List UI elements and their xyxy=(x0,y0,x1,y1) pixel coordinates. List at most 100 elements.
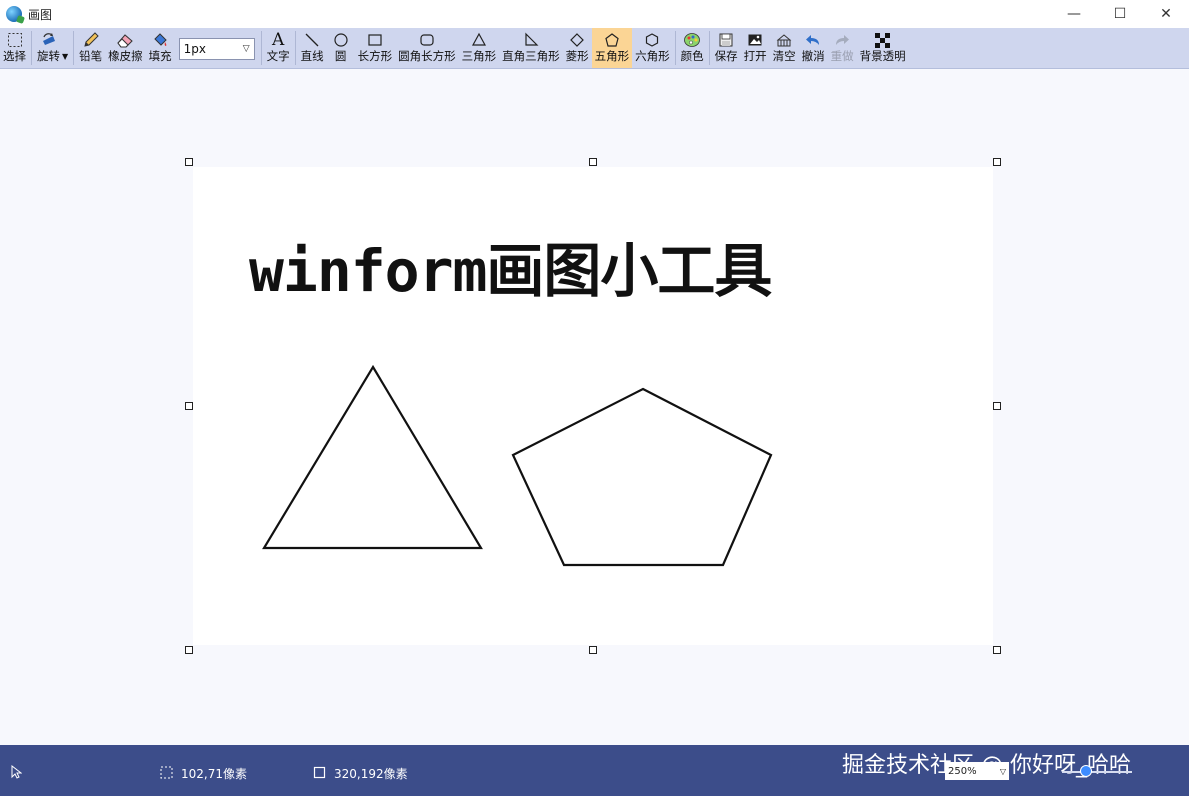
resize-handle-top-right[interactable] xyxy=(993,158,1001,166)
dashed-select-icon xyxy=(4,31,26,49)
diamond-tool[interactable]: 菱形 xyxy=(563,28,592,68)
chevron-down-icon: ▽ xyxy=(999,766,1006,776)
resize-handle-bottom-right[interactable] xyxy=(993,646,1001,654)
resize-handle-bottom-left[interactable] xyxy=(185,646,193,654)
rotate-tool[interactable]: 旋转 ▼ xyxy=(34,28,71,68)
pencil-icon xyxy=(80,31,102,49)
selection-dashed-icon xyxy=(160,766,173,782)
drawing-canvas[interactable]: winform画图小工具 xyxy=(193,167,993,645)
clear-broom-icon xyxy=(773,31,795,49)
text-label: 文字 xyxy=(266,49,290,63)
undo-label: 撤消 xyxy=(801,49,825,63)
pentagon-tool[interactable]: 五角形 xyxy=(591,28,633,68)
rectangle-label: 长方形 xyxy=(357,49,393,63)
select-label: 选择 xyxy=(3,49,26,63)
drawn-pentagon xyxy=(511,387,773,567)
cursor-position xyxy=(10,764,23,782)
color-tool[interactable]: 颜色 xyxy=(678,28,707,68)
rotate-label: 旋转 xyxy=(37,49,60,63)
hexagon-label: 六角形 xyxy=(635,49,670,63)
clear-label: 清空 xyxy=(772,49,796,63)
redo-button[interactable]: 重做 xyxy=(828,28,857,68)
diamond-label: 菱形 xyxy=(565,49,589,63)
line-tool[interactable]: 直线 xyxy=(298,28,327,68)
separator xyxy=(73,31,75,65)
resize-handle-bottom-center[interactable] xyxy=(589,646,597,654)
minimize-button[interactable]: — xyxy=(1051,0,1097,28)
triangle-icon xyxy=(468,31,490,49)
pentagon-label: 五角形 xyxy=(594,49,630,63)
canvas-size-icon xyxy=(313,766,326,782)
background-transparent-label: 背景透明 xyxy=(859,49,906,63)
zoom-value: 250% xyxy=(948,765,977,777)
text-tool[interactable]: A 文字 xyxy=(264,28,293,68)
rotate-dropdown-icon[interactable]: ▼ xyxy=(62,52,68,61)
clear-button[interactable]: 清空 xyxy=(770,28,799,68)
maximize-button[interactable]: ☐ xyxy=(1097,0,1143,28)
text-a-icon: A xyxy=(272,30,285,50)
resize-handle-top-center[interactable] xyxy=(589,158,597,166)
paint-app-icon xyxy=(6,6,22,22)
separator xyxy=(294,31,296,65)
chevron-down-icon: ▽ xyxy=(242,44,250,54)
title-bar: 画图 — ☐ ✕ xyxy=(0,0,1189,28)
status-bar: 102,71像素 320,192像素 掘金技术社区 @ 你好呀_哈哈 250% … xyxy=(0,745,1189,796)
pencil-tool[interactable]: 铅笔 xyxy=(76,28,105,68)
circle-icon xyxy=(330,31,352,49)
eraser-label: 橡皮擦 xyxy=(108,49,143,63)
zoom-slider-thumb[interactable] xyxy=(1080,765,1092,777)
resize-handle-middle-right[interactable] xyxy=(993,402,1001,410)
open-button[interactable]: 打开 xyxy=(741,28,770,68)
rectangle-icon xyxy=(364,31,386,49)
line-icon xyxy=(301,31,323,49)
hexagon-icon xyxy=(641,31,663,49)
paint-bucket-icon xyxy=(149,31,171,49)
canvas-shapes xyxy=(262,364,773,567)
toolbar: 选择 旋转 ▼ 铅笔 橡皮擦 填充 1px ▽ A 文字 直线 圆 长方形 圆角… xyxy=(0,28,1189,69)
rounded-rectangle-icon xyxy=(416,31,438,49)
canvas-area: winform画图小工具 xyxy=(0,69,1189,745)
line-label: 直线 xyxy=(300,49,324,63)
triangle-tool[interactable]: 三角形 xyxy=(459,28,500,68)
separator xyxy=(674,31,676,65)
circle-tool[interactable]: 圆 xyxy=(327,28,355,68)
resize-handle-middle-left[interactable] xyxy=(185,402,193,410)
save-disk-icon xyxy=(715,31,737,49)
right-triangle-tool[interactable]: 直角三角形 xyxy=(499,28,563,68)
eraser-tool[interactable]: 橡皮擦 xyxy=(105,28,146,68)
window-title: 画图 xyxy=(28,7,53,22)
checker-transparent-icon xyxy=(872,31,894,49)
rounded-rectangle-tool[interactable]: 圆角长方形 xyxy=(395,28,459,68)
diamond-icon xyxy=(566,31,588,49)
save-button[interactable]: 保存 xyxy=(712,28,741,68)
brush-size-select[interactable]: 1px ▽ xyxy=(178,38,255,60)
eraser-icon xyxy=(114,31,136,49)
separator xyxy=(31,31,32,65)
resize-handle-top-left[interactable] xyxy=(185,158,193,166)
select-tool[interactable]: 选择 xyxy=(0,28,29,68)
background-transparent-button[interactable]: 背景透明 xyxy=(857,28,909,68)
pencil-label: 铅笔 xyxy=(79,49,103,63)
open-label: 打开 xyxy=(743,49,767,63)
rotate-icon xyxy=(38,31,60,49)
hexagon-tool[interactable]: 六角形 xyxy=(632,28,673,68)
open-image-icon xyxy=(744,31,766,49)
zoom-select[interactable]: 250% ▽ xyxy=(945,762,1009,780)
rounded-rectangle-label: 圆角长方形 xyxy=(398,49,456,63)
fill-label: 填充 xyxy=(148,49,172,63)
rectangle-tool[interactable]: 长方形 xyxy=(355,28,396,68)
pentagon-icon xyxy=(601,31,623,49)
cursor-arrow-icon xyxy=(10,764,23,782)
right-triangle-icon xyxy=(520,31,542,49)
fill-tool[interactable]: 填充 xyxy=(146,28,175,68)
canvas-size: 320,192像素 xyxy=(313,765,408,782)
close-button[interactable]: ✕ xyxy=(1143,0,1189,28)
palette-icon xyxy=(681,31,703,49)
selection-size-text: 102,71像素 xyxy=(181,767,247,781)
undo-button[interactable]: 撤消 xyxy=(799,28,828,68)
selection-size: 102,71像素 xyxy=(160,765,247,782)
save-label: 保存 xyxy=(714,49,738,63)
window-controls: — ☐ ✕ xyxy=(1051,0,1189,28)
zoom-slider-track[interactable] xyxy=(1062,771,1132,773)
canvas-size-text: 320,192像素 xyxy=(334,767,408,781)
